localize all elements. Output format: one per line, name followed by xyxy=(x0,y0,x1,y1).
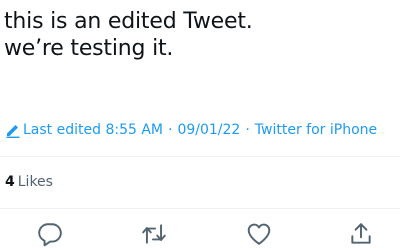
reply-icon xyxy=(38,223,62,247)
divider xyxy=(0,208,400,209)
divider xyxy=(0,156,400,157)
likes-count: 4 xyxy=(5,174,15,190)
likes-stat[interactable]: 4 Likes xyxy=(5,172,53,192)
tweet-text: this is an edited Tweet. we’re testing i… xyxy=(4,8,253,62)
heart-icon xyxy=(247,223,271,245)
retweet-icon xyxy=(142,224,166,244)
likes-label: Likes xyxy=(17,174,53,190)
pencil-icon xyxy=(5,122,21,138)
like-button[interactable] xyxy=(246,221,272,247)
reply-button[interactable] xyxy=(37,221,63,247)
share-button[interactable] xyxy=(348,221,374,247)
tweet-source-link[interactable]: Twitter for iPhone xyxy=(255,120,377,140)
meta-separator: · xyxy=(245,122,250,138)
tweet-text-line: this is an edited Tweet. xyxy=(4,9,253,34)
meta-separator: · xyxy=(168,122,173,138)
tweet-actions-bar xyxy=(0,221,400,247)
share-icon xyxy=(351,223,371,244)
tweet-text-line: we’re testing it. xyxy=(4,36,174,61)
tweet-meta: Last edited 8:55 AM · 09/01/22 · Twitter… xyxy=(5,120,377,140)
edited-timestamp-link[interactable]: Last edited 8:55 AM xyxy=(23,120,163,140)
retweet-button[interactable] xyxy=(141,221,167,247)
tweet-date-link[interactable]: 09/01/22 xyxy=(177,120,240,140)
